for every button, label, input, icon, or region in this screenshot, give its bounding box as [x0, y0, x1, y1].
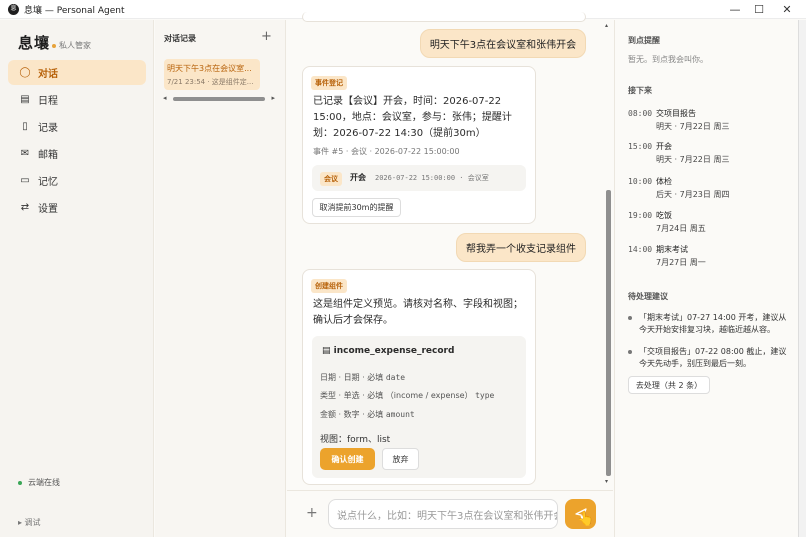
event-name: 开会 — [350, 173, 366, 182]
scroll-up-icon[interactable]: ▴ — [605, 22, 608, 29]
calendar-icon: ▤ — [20, 94, 30, 105]
nav-label: 对话 — [38, 69, 58, 80]
previous-card-edge — [302, 12, 586, 22]
component-name: income_expense_record — [333, 346, 455, 356]
event-card: 事件登记 已记录【会议】开会，时间：2026-07-22 15:00，地点：会议… — [302, 66, 536, 224]
window-title: 息壤 — Personal Agent — [24, 5, 125, 16]
cancel-reminder-button[interactable]: 取消提前30m的提醒 — [312, 198, 401, 217]
scroll-left-icon[interactable]: ◂ — [163, 94, 167, 102]
event-type-tag: 会议 — [320, 172, 342, 186]
composer: + 说点什么，比如：明天下午3点在会议室和张伟开会 👆 — [287, 490, 613, 537]
cloud-status-label: 云端在线 — [28, 478, 60, 487]
history-item-meta: 7/21 23:54 · 这是组件定... — [167, 78, 254, 86]
online-dot-icon — [18, 480, 22, 485]
chat-area: 明天下午3点在会议室和张伟开会 事件登记 已记录【会议】开会，时间：2026-0… — [287, 12, 613, 537]
event-detail: 2026-07-22 15:00:00 · 会议室 — [375, 174, 489, 182]
nav-label: 邮箱 — [38, 150, 58, 161]
mouse-cursor-icon: 👆 — [577, 511, 595, 527]
component-views: 视图：form、list — [320, 435, 391, 445]
nav-item-mail[interactable]: ✉ 邮箱 — [8, 141, 146, 166]
cloud-status: 云端在线 — [18, 477, 60, 488]
component-card: 创建组件 这是组件定义预览。请核对名称、字段和视图； 确认后才会保存。 ▤ in… — [302, 269, 536, 485]
nav-item-schedule[interactable]: ▤ 日程 — [8, 87, 146, 112]
nav-menu: ◯ 对话 ▤ 日程 ▯ 记录 ✉ 邮箱 ▭ 记忆 ⇄ 设置 — [8, 60, 146, 222]
component-title: ▤ income_expense_record — [322, 346, 454, 356]
nav-label: 记忆 — [38, 177, 58, 188]
debug-toggle[interactable]: ▸ 调试 — [18, 517, 41, 528]
document-icon: ▤ — [322, 346, 331, 356]
component-preview: ▤ income_expense_record 日期 · 日期 · 必填 dat… — [312, 336, 526, 478]
brand-subtitle: 私人管家 — [59, 41, 92, 50]
scrollbar-thumb[interactable] — [173, 97, 265, 101]
bullet-icon — [628, 350, 632, 354]
scroll-down-icon[interactable]: ▾ — [605, 478, 608, 485]
nav-label: 日程 — [38, 96, 58, 107]
chat-icon: ◯ — [19, 67, 31, 78]
reminders-empty: 暂无。到点我会叫你。 — [628, 55, 708, 64]
nav-item-settings[interactable]: ⇄ 设置 — [8, 195, 146, 220]
nav-item-records[interactable]: ▯ 记录 — [8, 114, 146, 139]
right-panel: 到点提醒 暂无。到点我会叫你。 接下来 08:00 交项目报告 明天 · 7月2… — [614, 20, 798, 537]
history-header: 对话记录 — [164, 34, 196, 43]
event-text: 已记录【会议】开会，时间：2026-07-22 15:00，地点：会议室，参与：… — [313, 96, 512, 139]
field-row: 金额 · 数字 · 必填 amount — [320, 410, 415, 419]
event-meta: 事件 #5 · 会议 · 2026-07-22 15:00:00 — [313, 147, 460, 156]
scrollbar-thumb[interactable] — [606, 190, 611, 476]
message-input[interactable]: 说点什么，比如：明天下午3点在会议室和张伟开会 — [328, 499, 558, 529]
attach-button[interactable]: + — [306, 505, 318, 521]
brand-dot-icon — [52, 44, 57, 48]
confirm-create-button[interactable]: 确认创建 — [320, 448, 375, 470]
sidebar: 息壤 私人管家 ◯ 对话 ▤ 日程 ▯ 记录 ✉ 邮箱 ▭ 记忆 ⇄ 设置 云端… — [0, 20, 154, 537]
nav-label: 记录 — [38, 123, 58, 134]
history-horizontal-scrollbar[interactable]: ◂ ▸ — [163, 94, 275, 102]
upcoming-title: 接下来 — [628, 86, 652, 95]
nav-label: 设置 — [38, 204, 58, 215]
maximize-icon[interactable]: ☐ — [744, 0, 774, 19]
scroll-right-icon[interactable]: ▸ — [271, 94, 275, 102]
mail-icon: ✉ — [20, 148, 30, 159]
close-icon[interactable]: ✕ — [772, 0, 802, 19]
bullet-icon — [628, 316, 632, 320]
reminders-title: 到点提醒 — [628, 36, 660, 45]
component-tag: 创建组件 — [311, 279, 347, 293]
app-icon: 息 — [8, 3, 19, 15]
nav-item-memory[interactable]: ▭ 记忆 — [8, 168, 146, 193]
brand: 息壤 私人管家 — [18, 32, 91, 53]
discard-button[interactable]: 放弃 — [382, 448, 419, 470]
brand-name: 息壤 — [18, 34, 51, 52]
history-item-title: 明天下午3点在会议室... — [167, 64, 252, 73]
background-window-edge — [798, 20, 806, 537]
process-suggestions-button[interactable]: 去处理（共 2 条） — [628, 376, 710, 394]
history-item[interactable]: 明天下午3点在会议室... 7/21 23:54 · 这是组件定... — [164, 59, 260, 90]
suggestions-title: 待处理建议 — [628, 292, 668, 301]
field-row: 日期 · 日期 · 必填 date — [320, 373, 406, 382]
app-window: 息 息壤 — Personal Agent — ☐ ✕ 息壤 私人管家 ◯ 对话… — [0, 0, 806, 537]
component-text: 这是组件定义预览。请核对名称、字段和视图； 确认后才会保存。 — [313, 299, 523, 326]
user-message: 帮我弄一个收支记录组件 — [456, 233, 586, 262]
memory-icon: ▭ — [20, 175, 30, 186]
record-icon: ▯ — [22, 121, 28, 132]
user-message: 明天下午3点在会议室和张伟开会 — [420, 29, 586, 58]
field-row: 类型 · 单选 · 必填 （income / expense） type — [320, 391, 495, 400]
event-tag: 事件登记 — [311, 76, 347, 90]
settings-icon: ⇄ — [20, 202, 30, 213]
chat-scrollbar[interactable]: ▴ ▾ — [605, 20, 612, 486]
nav-item-chat[interactable]: ◯ 对话 — [8, 60, 146, 85]
add-conversation-button[interactable]: + — [261, 29, 272, 44]
event-summary: 会议 开会 2026-07-22 15:00:00 · 会议室 — [312, 165, 526, 191]
